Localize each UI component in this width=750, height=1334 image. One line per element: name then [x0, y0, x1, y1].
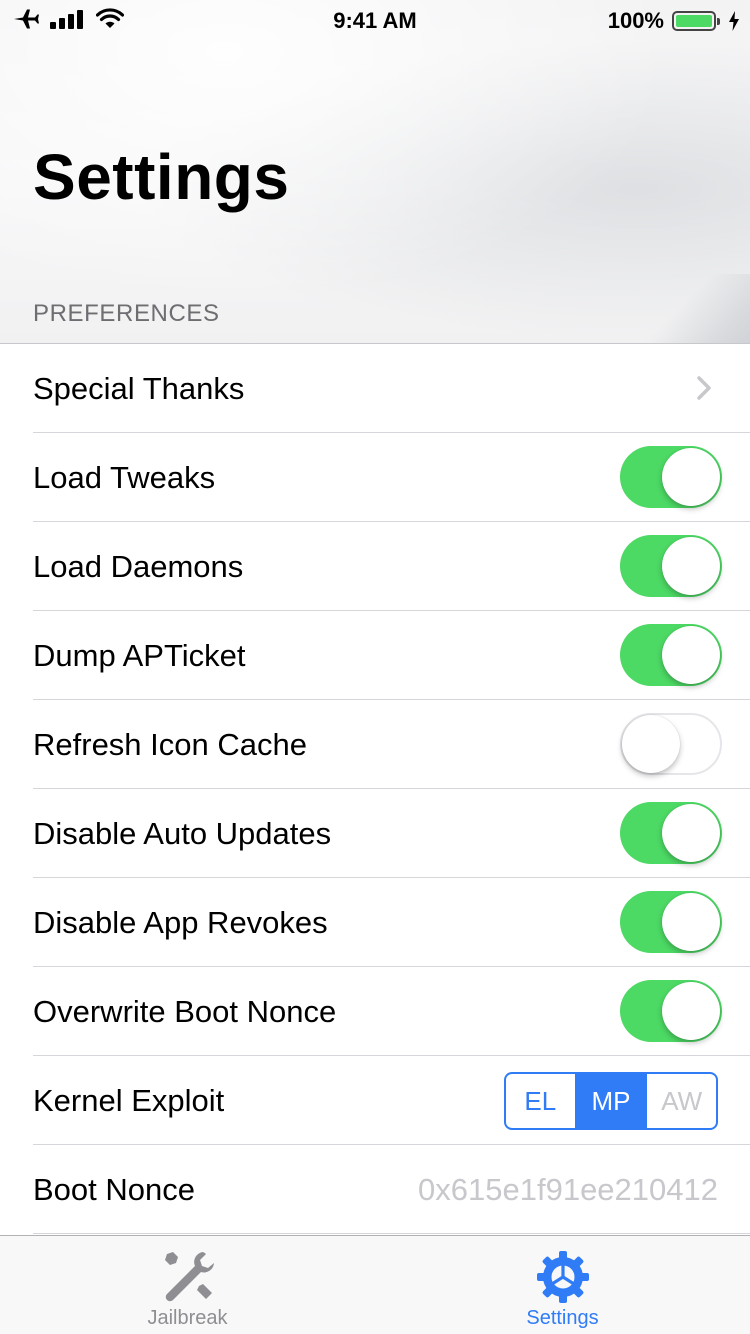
segment-aw: AW: [661, 1085, 703, 1116]
toggle-knob: [662, 804, 720, 862]
toggle-knob: [662, 893, 720, 951]
row-load-daemons: Load Daemons: [0, 522, 750, 611]
row-label: Disable Auto Updates: [33, 815, 332, 851]
row-label: Load Tweaks: [33, 459, 216, 495]
toggle-knob: [662, 626, 720, 684]
toggle-knob: [662, 448, 720, 506]
segment-mp[interactable]: MP: [576, 1074, 648, 1128]
row-label: Load Daemons: [33, 548, 244, 584]
battery-fill: [676, 15, 712, 27]
toggle-knob: [662, 537, 720, 595]
screen: 9:41 AM 100% Settings PREFERENCES Specia…: [0, 0, 750, 1334]
chevron-right-icon: [697, 376, 711, 400]
row-label: Overwrite Boot Nonce: [33, 993, 337, 1029]
tab-bar: Jailbreak Settings: [0, 1235, 750, 1334]
row-label: Refresh Icon Cache: [33, 726, 307, 762]
gear-icon: [536, 1251, 589, 1303]
tab-label: Settings: [526, 1307, 599, 1329]
tab-settings[interactable]: Settings: [375, 1236, 750, 1334]
refresh-icon-cache-toggle[interactable]: [620, 713, 722, 775]
section-header-preferences: PREFERENCES: [33, 300, 220, 327]
row-disable-app-revokes: Disable App Revokes: [0, 878, 750, 967]
row-label: Boot Nonce: [33, 1171, 195, 1207]
row-refresh-icon-cache: Refresh Icon Cache: [0, 700, 750, 789]
battery-percent: 100%: [607, 8, 664, 33]
load-tweaks-toggle[interactable]: [620, 446, 722, 508]
dump-apticket-toggle[interactable]: [620, 624, 722, 686]
toggle-knob: [662, 982, 720, 1040]
row-kernel-exploit: Kernel Exploit EL MP AW: [0, 1056, 750, 1145]
battery-icon: [672, 11, 720, 31]
load-daemons-toggle[interactable]: [620, 535, 722, 597]
row-disable-auto-updates: Disable Auto Updates: [0, 789, 750, 878]
wrench-screwdriver-icon: [164, 1252, 214, 1302]
boot-nonce-field[interactable]: 0x615e1f91ee210412: [418, 1172, 718, 1208]
row-dump-apticket: Dump APTicket: [0, 611, 750, 700]
disable-app-revokes-toggle[interactable]: [620, 891, 722, 953]
preferences-list: Special Thanks Load Tweaks Load Daemons …: [0, 343, 750, 1234]
disable-auto-updates-toggle[interactable]: [620, 802, 722, 864]
status-right: 100%: [608, 8, 740, 34]
segment-el[interactable]: EL: [506, 1074, 577, 1128]
row-load-tweaks: Load Tweaks: [0, 433, 750, 522]
overwrite-boot-nonce-toggle[interactable]: [620, 980, 722, 1042]
tab-label: Jailbreak: [147, 1307, 228, 1329]
row-label: Special Thanks: [33, 370, 245, 406]
row-overwrite-boot-nonce: Overwrite Boot Nonce: [0, 967, 750, 1056]
tab-jailbreak[interactable]: Jailbreak: [0, 1236, 375, 1334]
row-label: Disable App Revokes: [33, 904, 328, 940]
row-boot-nonce[interactable]: Boot Nonce 0x615e1f91ee210412: [0, 1145, 750, 1234]
row-label: Kernel Exploit: [33, 1082, 225, 1118]
toggle-knob: [622, 715, 680, 773]
row-special-thanks[interactable]: Special Thanks: [0, 344, 750, 433]
row-label: Dump APTicket: [33, 637, 246, 673]
kernel-exploit-segmented-control: EL MP AW: [504, 1072, 718, 1130]
status-bar: 9:41 AM 100%: [0, 0, 750, 40]
page-title: Settings: [33, 141, 290, 213]
charging-bolt-icon: [729, 11, 739, 31]
